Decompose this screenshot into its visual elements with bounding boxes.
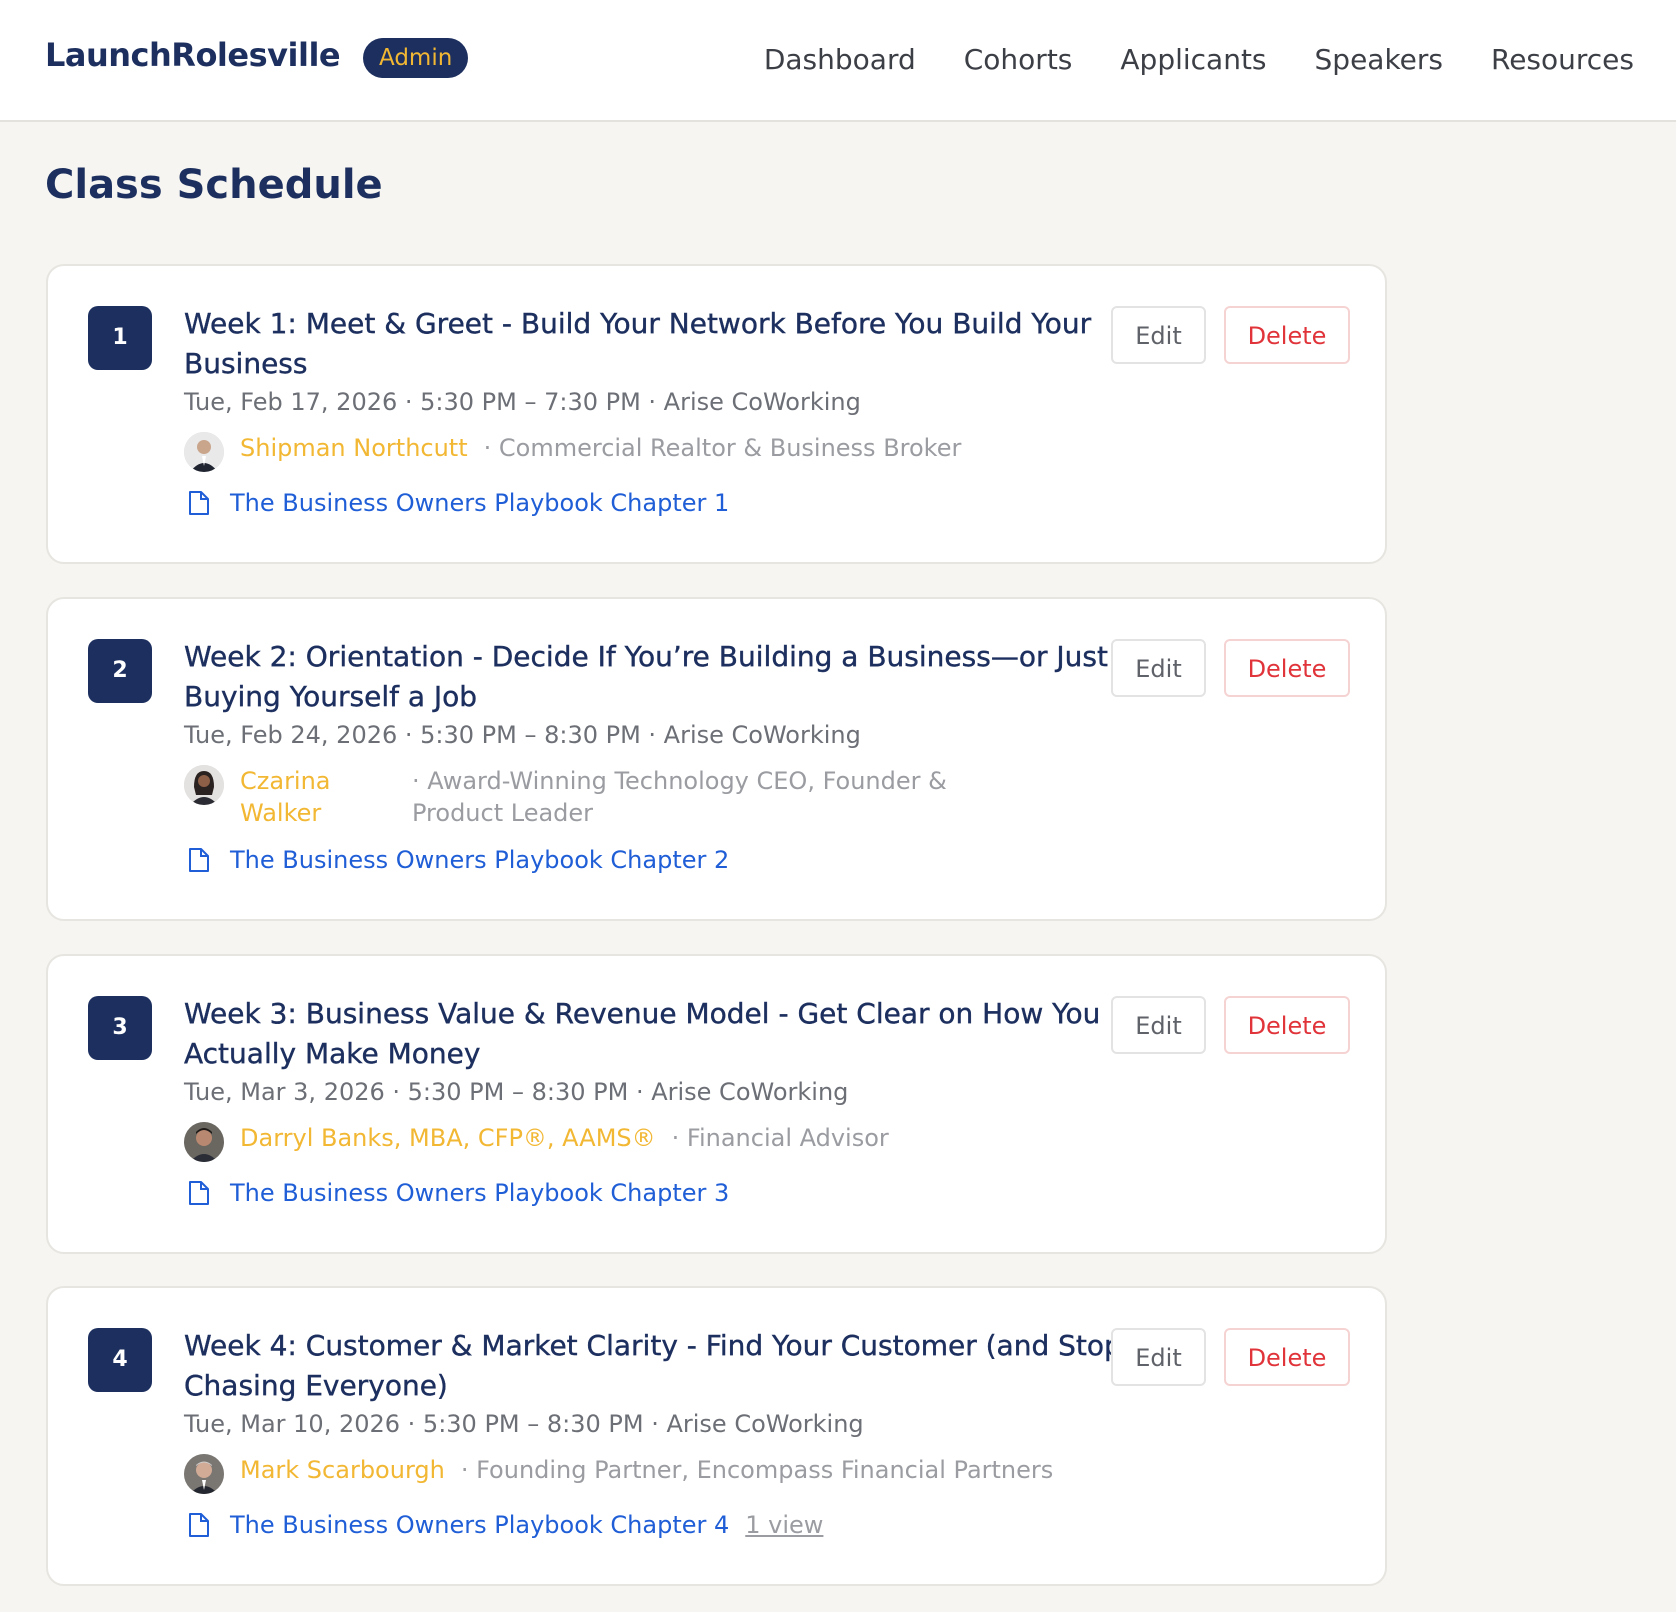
speaker-avatar	[184, 765, 224, 805]
class-title: Week 2: Orientation - Decide If You’re B…	[184, 640, 1108, 713]
edit-button[interactable]: Edit	[1111, 996, 1206, 1054]
class-card: 3 Week 3: Business Value & Revenue Model…	[46, 954, 1387, 1254]
week-number-badge: 1	[88, 306, 152, 370]
speaker-role: · Award-Winning Technology CEO, Founder …	[412, 767, 947, 827]
class-content: Week 3: Business Value & Revenue Model -…	[184, 994, 1124, 1210]
resource-row: The Business Owners Playbook Chapter 1	[184, 486, 1124, 520]
speaker-avatar	[184, 1454, 224, 1494]
week-number-badge: 2	[88, 639, 152, 703]
document-icon	[189, 1513, 209, 1537]
speaker-row: Darryl Banks, MBA, CFP®, AAMS® · Financi…	[184, 1122, 1124, 1162]
nav-resources[interactable]: Resources	[1491, 43, 1634, 76]
resource-link[interactable]: The Business Owners Playbook Chapter 4	[230, 1508, 729, 1542]
resource-row: The Business Owners Playbook Chapter 2	[184, 843, 1124, 877]
edit-button[interactable]: Edit	[1111, 306, 1206, 364]
brand-logo[interactable]: LaunchRolesville	[45, 36, 341, 74]
week-number-badge: 4	[88, 1328, 152, 1392]
views-link[interactable]: 1 view	[745, 1511, 823, 1539]
edit-button[interactable]: Edit	[1111, 639, 1206, 697]
class-meta: Tue, Mar 3, 2026 · 5:30 PM – 8:30 PM · A…	[184, 1078, 849, 1106]
main-nav: Dashboard Cohorts Applicants Speakers Re…	[764, 0, 1634, 118]
week-number-badge: 3	[88, 996, 152, 1060]
speaker-name[interactable]: Czarina Walker	[240, 765, 400, 829]
resource-link[interactable]: The Business Owners Playbook Chapter 3	[230, 1176, 729, 1210]
resource-link[interactable]: The Business Owners Playbook Chapter 2	[230, 843, 729, 877]
class-card: 2 Week 2: Orientation - Decide If You’re…	[46, 597, 1387, 921]
speaker-name[interactable]: Shipman Northcutt	[240, 432, 468, 464]
class-title: Week 1: Meet & Greet - Build Your Networ…	[184, 307, 1092, 380]
class-meta: Tue, Feb 17, 2026 · 5:30 PM – 7:30 PM · …	[184, 388, 861, 416]
speaker-avatar	[184, 1122, 224, 1162]
edit-button[interactable]: Edit	[1111, 1328, 1206, 1386]
speaker-name[interactable]: Mark Scarbourgh	[240, 1454, 445, 1486]
resource-link[interactable]: The Business Owners Playbook Chapter 1	[230, 486, 729, 520]
speaker-role: · Founding Partner, Encompass Financial …	[460, 1456, 1054, 1484]
speaker-row: Mark Scarbourgh · Founding Partner, Enco…	[184, 1454, 1124, 1494]
speaker-row: Shipman Northcutt · Commercial Realtor &…	[184, 432, 1124, 472]
nav-cohorts[interactable]: Cohorts	[964, 43, 1073, 76]
top-bar: LaunchRolesville Admin Dashboard Cohorts…	[0, 0, 1676, 122]
nav-applicants[interactable]: Applicants	[1120, 43, 1266, 76]
class-title: Week 4: Customer & Market Clarity - Find…	[184, 1329, 1122, 1402]
resource-row: The Business Owners Playbook Chapter 4 1…	[184, 1508, 1124, 1542]
speaker-role: · Financial Advisor	[671, 1124, 889, 1152]
delete-button[interactable]: Delete	[1224, 639, 1350, 697]
class-meta: Tue, Mar 10, 2026 · 5:30 PM – 8:30 PM · …	[184, 1410, 864, 1438]
admin-badge: Admin	[363, 38, 469, 78]
document-icon	[189, 1181, 209, 1205]
document-icon	[189, 491, 209, 515]
speaker-avatar	[184, 432, 224, 472]
class-content: Week 2: Orientation - Decide If You’re B…	[184, 637, 1124, 877]
class-content: Week 4: Customer & Market Clarity - Find…	[184, 1326, 1124, 1542]
delete-button[interactable]: Delete	[1224, 996, 1350, 1054]
speaker-name[interactable]: Darryl Banks, MBA, CFP®, AAMS®	[240, 1122, 656, 1154]
class-meta: Tue, Feb 24, 2026 · 5:30 PM – 8:30 PM · …	[184, 721, 861, 749]
class-title: Week 3: Business Value & Revenue Model -…	[184, 997, 1101, 1070]
class-content: Week 1: Meet & Greet - Build Your Networ…	[184, 304, 1124, 520]
nav-speakers[interactable]: Speakers	[1315, 43, 1443, 76]
resource-row: The Business Owners Playbook Chapter 3	[184, 1176, 1124, 1210]
speaker-row: Czarina Walker · Award-Winning Technolog…	[184, 765, 1124, 829]
nav-dashboard[interactable]: Dashboard	[764, 43, 916, 76]
delete-button[interactable]: Delete	[1224, 306, 1350, 364]
class-card: 1 Week 1: Meet & Greet - Build Your Netw…	[46, 264, 1387, 564]
class-card: 4 Week 4: Customer & Market Clarity - Fi…	[46, 1286, 1387, 1586]
delete-button[interactable]: Delete	[1224, 1328, 1350, 1386]
page-title: Class Schedule	[45, 162, 383, 208]
document-icon	[189, 848, 209, 872]
speaker-role: · Commercial Realtor & Business Broker	[483, 434, 962, 462]
